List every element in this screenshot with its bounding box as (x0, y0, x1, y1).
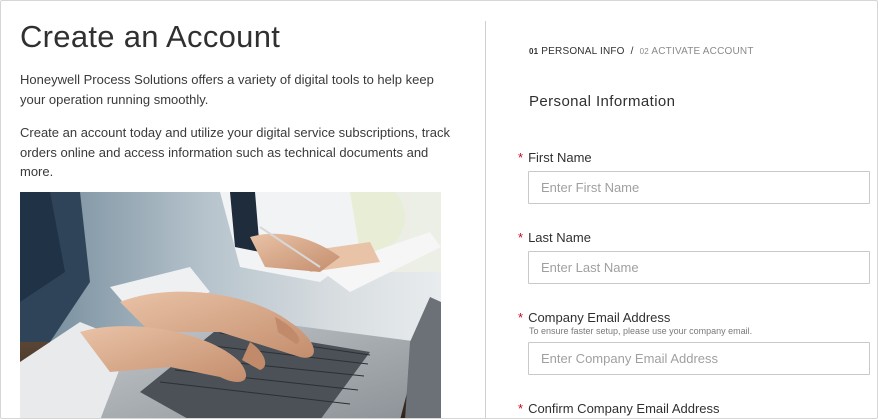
required-mark: * (518, 401, 524, 416)
step-indicator: 01 PERSONAL INFO / 02 ACTIVATE ACCOUNT (529, 46, 754, 57)
confirm-email-label: * Confirm Company Email Address (518, 401, 720, 416)
step-activate-account: ACTIVATE ACCOUNT (651, 46, 754, 57)
step-personal-info: PERSONAL INFO (541, 46, 625, 57)
intro-text: Honeywell Process Solutions offers a var… (20, 72, 434, 107)
step-separator: / (630, 46, 634, 57)
description-text: Create an account today and utilize your… (20, 125, 450, 179)
first-name-label: * First Name (518, 150, 592, 165)
required-mark: * (518, 150, 524, 165)
company-email-label: * Company Email Address (518, 310, 670, 325)
last-name-label-text: Last Name (528, 230, 591, 245)
first-name-label-text: First Name (528, 150, 592, 165)
step2-number: 02 (639, 47, 649, 56)
company-email-label-text: Company Email Address (528, 310, 671, 325)
signup-form: 01 PERSONAL INFO / 02 ACTIVATE ACCOUNT P… (486, 1, 877, 418)
company-email-hint: To ensure faster setup, please use your … (529, 326, 753, 336)
required-mark: * (518, 310, 524, 325)
company-email-input[interactable] (528, 342, 870, 375)
step1-number: 01 (529, 47, 539, 56)
first-name-input[interactable] (528, 171, 870, 204)
page-title: Create an Account (20, 19, 281, 54)
required-mark: * (518, 230, 524, 245)
intro-panel: Create an Account Honeywell Process Solu… (1, 1, 485, 418)
section-title: Personal Information (529, 93, 676, 110)
last-name-input[interactable] (528, 251, 870, 284)
page-frame: Create an Account Honeywell Process Solu… (0, 0, 878, 419)
confirm-email-label-text: Confirm Company Email Address (528, 401, 720, 416)
hero-image (20, 192, 441, 418)
last-name-label: * Last Name (518, 230, 591, 245)
